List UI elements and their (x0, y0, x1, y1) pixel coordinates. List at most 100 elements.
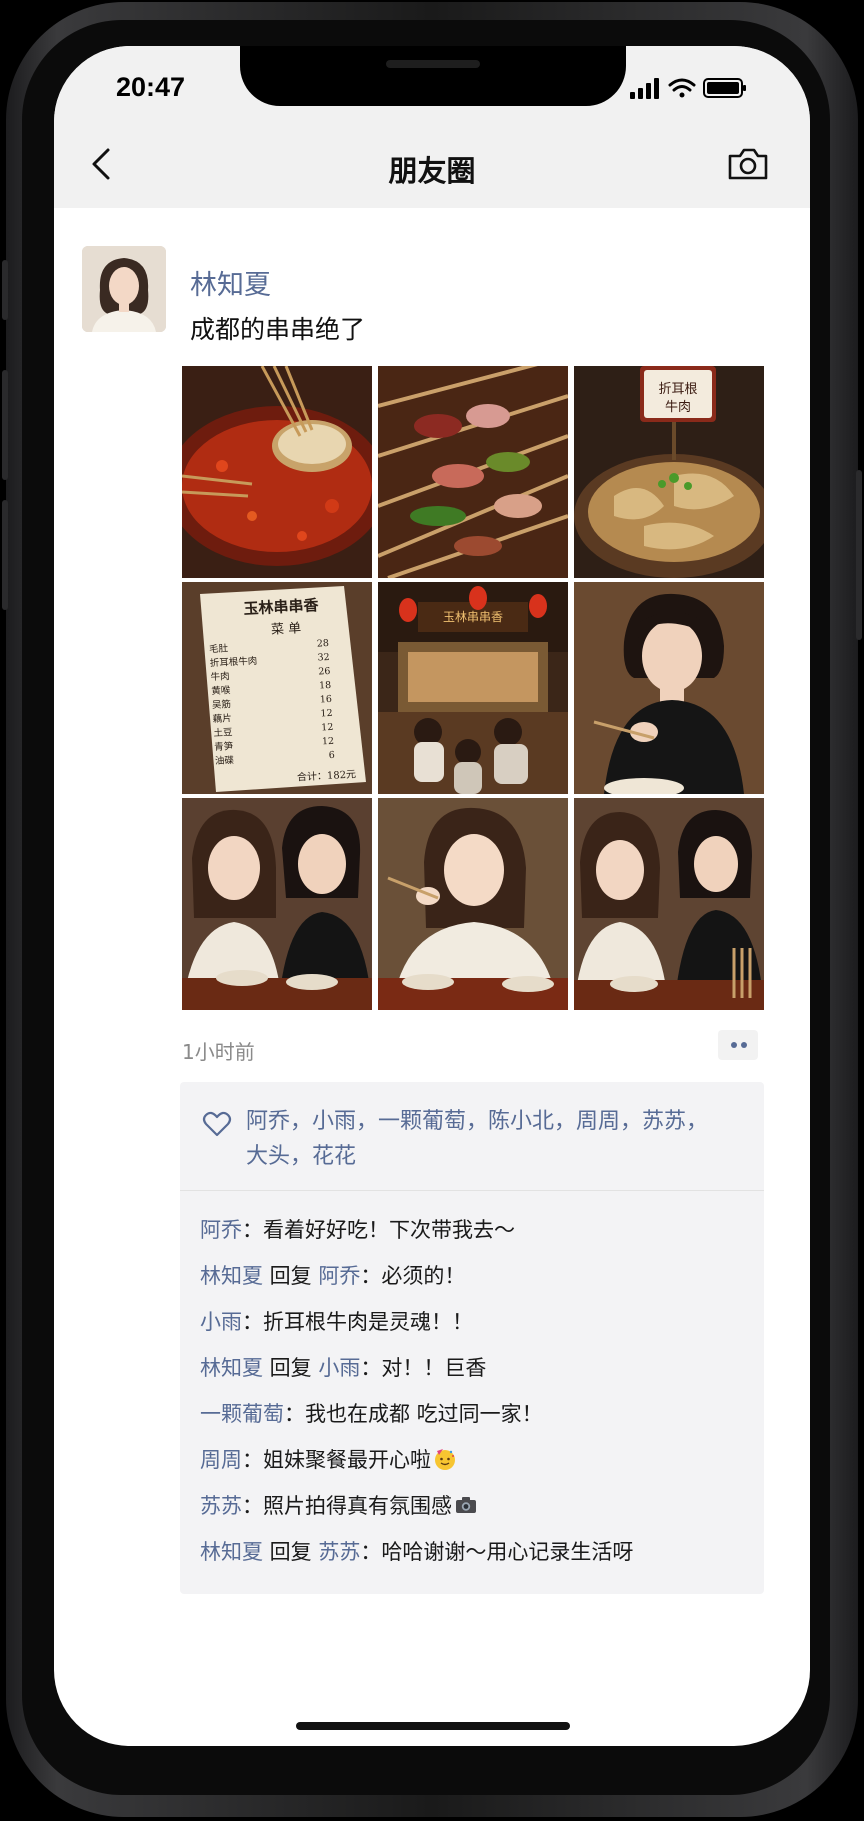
speaker (386, 60, 480, 68)
photo-thumbnail[interactable] (378, 798, 568, 1010)
comment-author[interactable]: 林知夏 (200, 1264, 263, 1288)
menu-item-name: 油碟 (214, 755, 235, 768)
reply-label: 回复 (263, 1264, 319, 1288)
comment[interactable]: 苏苏：照片拍得真有氛围感 (200, 1488, 754, 1534)
power-button (856, 470, 862, 640)
comment[interactable]: 一颗葡萄：我也在成都 吃过同一家！ (200, 1396, 754, 1442)
post-text: 成都的串串绝了 (190, 315, 366, 344)
photo-thumbnail[interactable] (182, 798, 372, 1010)
menu-item-name: 毛肚 (208, 643, 229, 656)
post-author[interactable]: 林知夏 (190, 263, 271, 302)
comment-text: 姐妹聚餐最开心啦 (263, 1448, 431, 1472)
comment-text: 对！！巨香 (381, 1356, 487, 1380)
comment-text: 照片拍得真有氛围感 (263, 1494, 452, 1518)
comment-author[interactable]: 林知夏 (200, 1356, 263, 1380)
reply-label: 回复 (263, 1540, 319, 1564)
page-title: 朋友圈 (388, 154, 476, 188)
wifi-icon (668, 78, 696, 98)
comment[interactable]: 林知夏 回复 阿乔：必须的！ (200, 1258, 754, 1304)
divider (180, 1190, 764, 1191)
camera-icon (728, 148, 768, 180)
comment-author[interactable]: 周周 (200, 1448, 242, 1472)
reply-target[interactable]: 小雨 (318, 1356, 360, 1380)
photo-thumbnail[interactable] (182, 366, 372, 578)
photo-thumbnail[interactable] (574, 798, 764, 1010)
party-face-icon (435, 1449, 455, 1470)
avatar[interactable] (82, 246, 166, 332)
menu-item-price: 18 (318, 679, 332, 692)
likes-list[interactable]: 阿乔，小雨，一颗葡萄，陈小北，周周，苏苏， 大头，花花 (246, 1104, 746, 1174)
side-button (2, 260, 8, 320)
menu-item-price: 12 (321, 735, 335, 748)
more-actions-button[interactable] (718, 1030, 758, 1060)
comment-author[interactable]: 阿乔 (200, 1218, 242, 1242)
comment[interactable]: 小雨：折耳根牛肉是灵魂！！ (200, 1304, 754, 1350)
menu-item-name: 土豆 (213, 727, 233, 740)
comment-separator: ： (360, 1540, 382, 1564)
interaction-panel: 阿乔，小雨，一颗葡萄，陈小北，周周，苏苏， 大头，花花 阿乔：看着好好吃！下次带… (180, 1082, 764, 1594)
likes-row: 阿乔，小雨，一颗葡萄，陈小北，周周，苏苏， 大头，花花 (180, 1082, 764, 1190)
comment-text: 必须的！ (381, 1264, 466, 1288)
comment-text: 哈哈谢谢～用心记录生活呀 (381, 1540, 634, 1564)
photo-thumbnail[interactable]: 折耳根 牛肉 (574, 366, 764, 578)
comment-author[interactable]: 一颗葡萄 (200, 1402, 284, 1426)
comment-separator: ： (360, 1264, 382, 1288)
menu-item-price: 28 (316, 637, 330, 650)
menu-item-name: 折耳根牛肉 (209, 655, 258, 670)
comment[interactable]: 阿乔：看着好好吃！下次带我去～ (200, 1212, 754, 1258)
comment[interactable]: 周周：姐妹聚餐最开心啦 (200, 1442, 754, 1488)
menu-item-price: 26 (318, 665, 331, 678)
photo-thumbnail[interactable]: 玉林串串香 (378, 582, 568, 794)
home-indicator[interactable] (296, 1722, 570, 1730)
photo-thumbnail[interactable] (378, 366, 568, 578)
reply-target[interactable]: 苏苏 (318, 1540, 360, 1564)
status-time: 20:47 (116, 72, 186, 102)
comment-separator: ： (242, 1448, 263, 1472)
restaurant-sign: 玉林串串香 (442, 610, 503, 624)
comment-text: 我也在成都 吃过同一家！ (305, 1402, 543, 1426)
comment[interactable]: 林知夏 回复 苏苏：哈哈谢谢～用心记录生活呀 (200, 1534, 754, 1580)
photo-thumbnail[interactable] (574, 582, 764, 794)
likes-line[interactable]: 大头，花花 (246, 1139, 746, 1174)
menu-item-name: 藕片 (212, 713, 233, 726)
post-time: 1小时前 (182, 1040, 255, 1064)
camera-emoji-icon (456, 1497, 476, 1513)
photo-grid: 折耳根 牛肉 玉林串串香 菜 单 毛肚 28 折耳根牛肉 32 牛肉 26 黄喉 18 … (182, 366, 764, 1010)
notch (240, 46, 626, 106)
comment-separator: ： (242, 1218, 263, 1242)
comment-list: 阿乔：看着好好吃！下次带我去～ 林知夏 回复 阿乔：必须的！ 小雨：折耳根牛肉是… (200, 1212, 754, 1580)
battery-icon (703, 78, 746, 98)
menu-item-price: 32 (317, 651, 330, 664)
photo-thumbnail[interactable]: 玉林串串香 菜 单 毛肚 28 折耳根牛肉 32 牛肉 26 黄喉 18 吴筋 16 藕片… (182, 582, 372, 794)
dish-sign-line: 牛肉 (664, 400, 691, 415)
more-dot-icon (731, 1042, 737, 1048)
menu-item-name: 吴筋 (211, 699, 232, 712)
dish-sign-line: 折耳根 (658, 382, 698, 397)
camera-button[interactable] (726, 144, 770, 184)
menu-item-price: 12 (320, 721, 334, 734)
menu-item-price: 12 (320, 707, 333, 720)
comment-text: 折耳根牛肉是灵魂！！ (263, 1310, 473, 1334)
menu-list: 毛肚 28 折耳根牛肉 32 牛肉 26 黄喉 18 吴筋 16 藕片 12 土豆 12 青笋… (209, 637, 335, 769)
reply-target[interactable]: 阿乔 (318, 1264, 360, 1288)
comment-author[interactable]: 林知夏 (200, 1540, 263, 1564)
heart-icon (202, 1111, 232, 1137)
screen: 20:47 朋友圈 林知夏 成都的串串绝了 折耳根 牛肉 玉林串串香 菜 单 毛… (54, 46, 810, 1746)
menu-item-price: 16 (319, 693, 333, 706)
likes-line[interactable]: 阿乔，小雨，一颗葡萄，陈小北，周周，苏苏， (246, 1104, 746, 1139)
comment-separator: ： (242, 1494, 263, 1518)
menu-item-price: 6 (328, 749, 336, 762)
comment-author[interactable]: 苏苏 (200, 1494, 242, 1518)
comment-separator: ： (242, 1310, 263, 1334)
comment-author[interactable]: 小雨 (200, 1310, 242, 1334)
more-dot-icon (741, 1042, 747, 1048)
menu-item-name: 黄喉 (211, 685, 231, 698)
reply-label: 回复 (263, 1356, 319, 1380)
volume-up-button (2, 370, 8, 480)
status-icons (630, 76, 750, 100)
comment[interactable]: 林知夏 回复 小雨：对！！巨香 (200, 1350, 754, 1396)
comment-text: 看着好好吃！下次带我去～ (263, 1218, 515, 1242)
comment-separator: ： (360, 1356, 382, 1380)
menu-item-name: 青笋 (213, 741, 234, 754)
menu-item-name: 牛肉 (210, 671, 230, 684)
